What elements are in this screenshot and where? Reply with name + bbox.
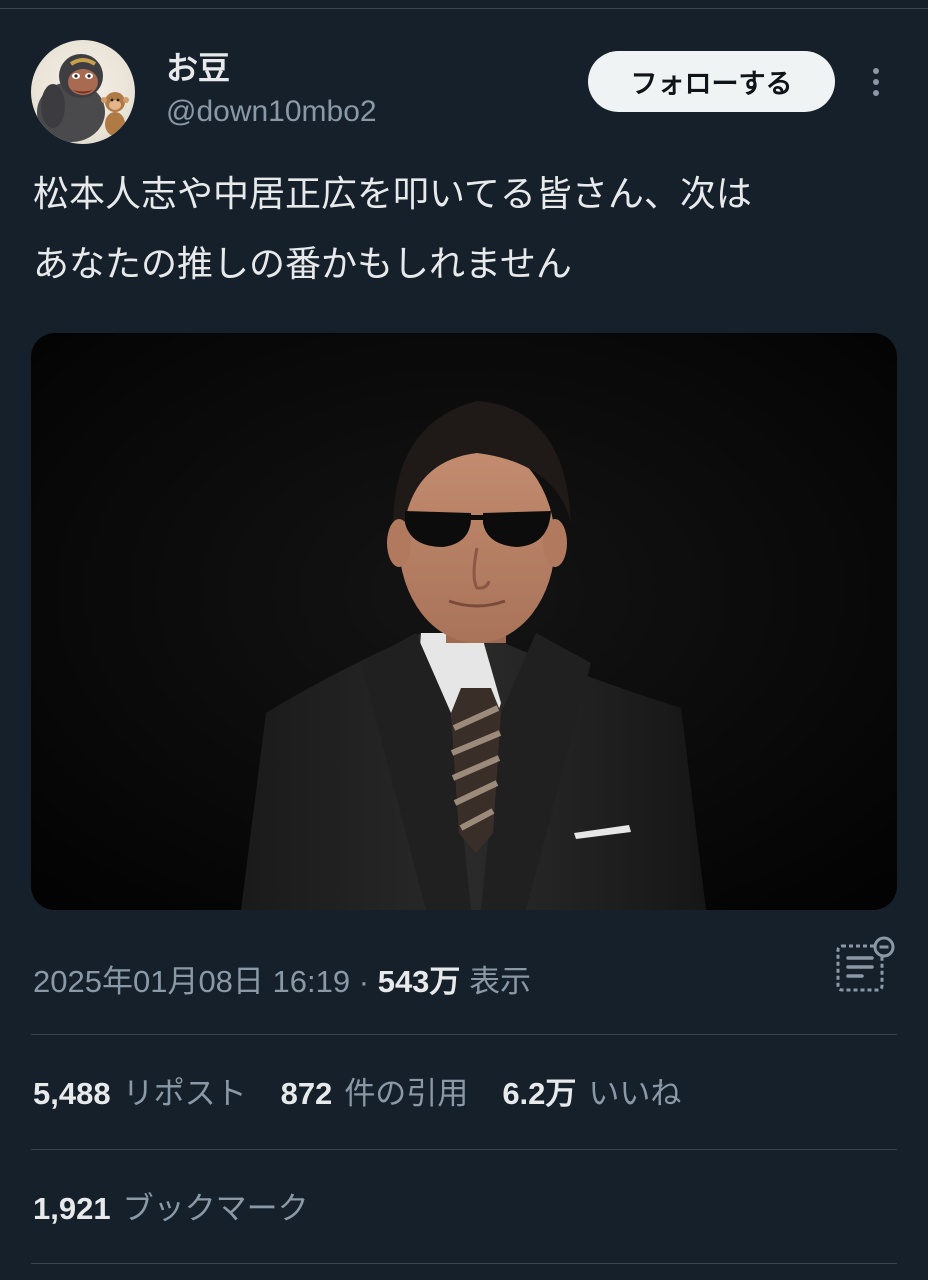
bookmarks-count: 1,921	[33, 1191, 111, 1226]
reposts-count: 5,488	[33, 1076, 111, 1111]
bookmarks-stat[interactable]: 1,921 ブックマーク	[33, 1187, 309, 1231]
tweet-meta: 2025年01月08日 16:19 · 543万 表示	[33, 960, 531, 1004]
reposts-label: リポスト	[122, 1076, 247, 1111]
engagement-stats: 5,488 リポスト 872 件の引用 6.2万 いいね	[33, 1072, 681, 1116]
likes-count: 6.2万	[502, 1076, 577, 1111]
more-dot	[873, 90, 879, 96]
divider	[31, 1034, 897, 1035]
top-divider	[0, 8, 928, 9]
views-label: 表示	[469, 964, 532, 999]
more-dot	[873, 79, 879, 85]
reposts-stat[interactable]: 5,488 リポスト	[33, 1072, 247, 1116]
bookmark-stats: 1,921 ブックマーク	[33, 1187, 309, 1231]
quotes-stat[interactable]: 872 件の引用	[281, 1072, 469, 1116]
follow-button[interactable]: フォローする	[588, 51, 835, 112]
likes-label: いいね	[588, 1076, 682, 1111]
more-dot	[873, 68, 879, 74]
tweet-photo[interactable]	[31, 333, 897, 910]
divider	[31, 1149, 897, 1150]
views-count: 543万	[377, 964, 461, 999]
user-handle[interactable]: @down10mbo2	[166, 93, 377, 131]
quotes-label: 件の引用	[344, 1076, 469, 1111]
more-vertical-icon[interactable]	[860, 60, 892, 104]
quotes-count: 872	[280, 1076, 333, 1111]
tweet-text: 松本人志や中居正広を叩いてる皆さん、次は あなたの推しの番かもしれません	[33, 174, 752, 285]
analytics-icon[interactable]	[834, 934, 898, 998]
avatar-illustration	[37, 54, 129, 142]
display-name[interactable]: お豆	[166, 48, 230, 88]
photo-illustration	[31, 333, 897, 910]
meta-separator: ·	[358, 964, 370, 999]
likes-stat[interactable]: 6.2万 いいね	[502, 1072, 681, 1116]
avatar[interactable]	[31, 40, 135, 144]
divider	[31, 1263, 897, 1264]
bookmarks-label: ブックマーク	[122, 1191, 309, 1226]
timestamp[interactable]: 2025年01月08日 16:19	[33, 964, 350, 999]
